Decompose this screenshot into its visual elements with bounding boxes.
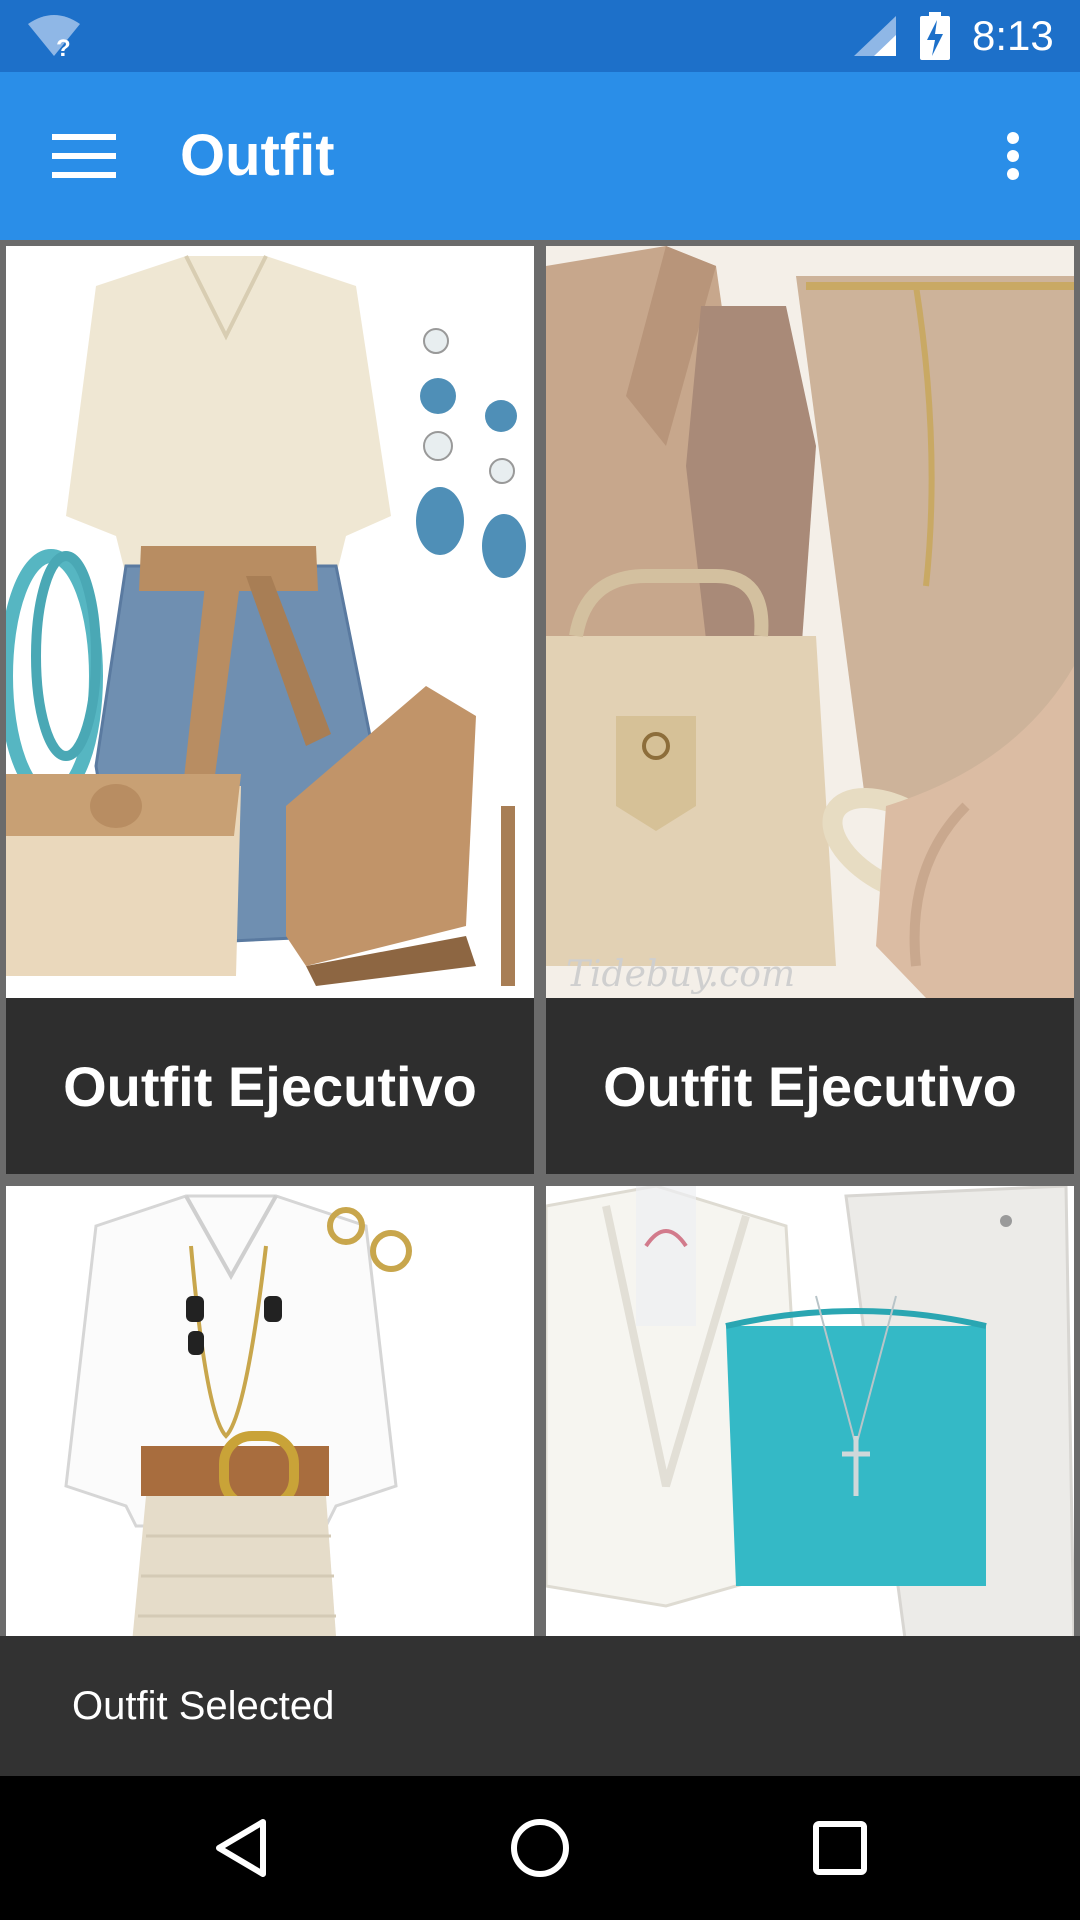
outfit-grid: Outfit Ejecutivo Tidebuy.com Outfit Ejec… bbox=[0, 240, 1080, 1636]
navigation-bar bbox=[0, 1776, 1080, 1920]
card-label: Outfit Ejecutivo bbox=[63, 1054, 477, 1118]
outfit-card[interactable]: Tidebuy.com Outfit Ejecutivo bbox=[546, 246, 1074, 1174]
outfit-card[interactable] bbox=[6, 1186, 534, 1636]
snackbar: Outfit Selected bbox=[0, 1636, 1080, 1776]
home-icon bbox=[511, 1819, 569, 1877]
overflow-menu-icon bbox=[1007, 132, 1019, 180]
outfit-blouse-skirt-sandals-photo bbox=[6, 246, 534, 998]
screen: ? 8:13 Outfit Outfit Ejecutivo Tidebuy.c… bbox=[0, 0, 1080, 1920]
battery-charging-icon bbox=[920, 12, 950, 60]
hamburger-menu-icon bbox=[52, 134, 116, 178]
back-icon bbox=[216, 1819, 266, 1877]
recents-icon bbox=[813, 1821, 867, 1875]
status-bar: ? 8:13 bbox=[0, 0, 1080, 72]
overflow-menu-button[interactable] bbox=[986, 120, 1040, 192]
app-title: Outfit bbox=[180, 123, 335, 188]
outfit-beige-blazer-bag-photo: Tidebuy.com bbox=[546, 246, 1074, 998]
card-label: Outfit Ejecutivo bbox=[603, 1054, 1017, 1118]
cell-signal-icon bbox=[854, 16, 896, 56]
card-label-bar: Outfit Ejecutivo bbox=[546, 998, 1074, 1174]
menu-button[interactable] bbox=[32, 120, 136, 192]
home-button[interactable] bbox=[495, 1812, 585, 1884]
card-label-bar: Outfit Ejecutivo bbox=[6, 998, 534, 1174]
app-bar: Outfit bbox=[0, 72, 1080, 240]
snackbar-text: Outfit Selected bbox=[72, 1684, 335, 1728]
svg-text:?: ? bbox=[56, 35, 71, 62]
recents-button[interactable] bbox=[795, 1812, 885, 1884]
outfit-white-jacket-teal-top-photo bbox=[546, 1186, 1074, 1636]
outfit-white-shirt-belt-photo bbox=[6, 1186, 534, 1636]
outfit-card[interactable] bbox=[546, 1186, 1074, 1636]
watermark-text: Tidebuy.com bbox=[566, 954, 795, 995]
wifi-unknown-icon: ? bbox=[28, 15, 80, 62]
outfit-card[interactable]: Outfit Ejecutivo bbox=[6, 246, 534, 1174]
status-clock: 8:13 bbox=[972, 12, 1054, 59]
back-button[interactable] bbox=[196, 1812, 286, 1884]
